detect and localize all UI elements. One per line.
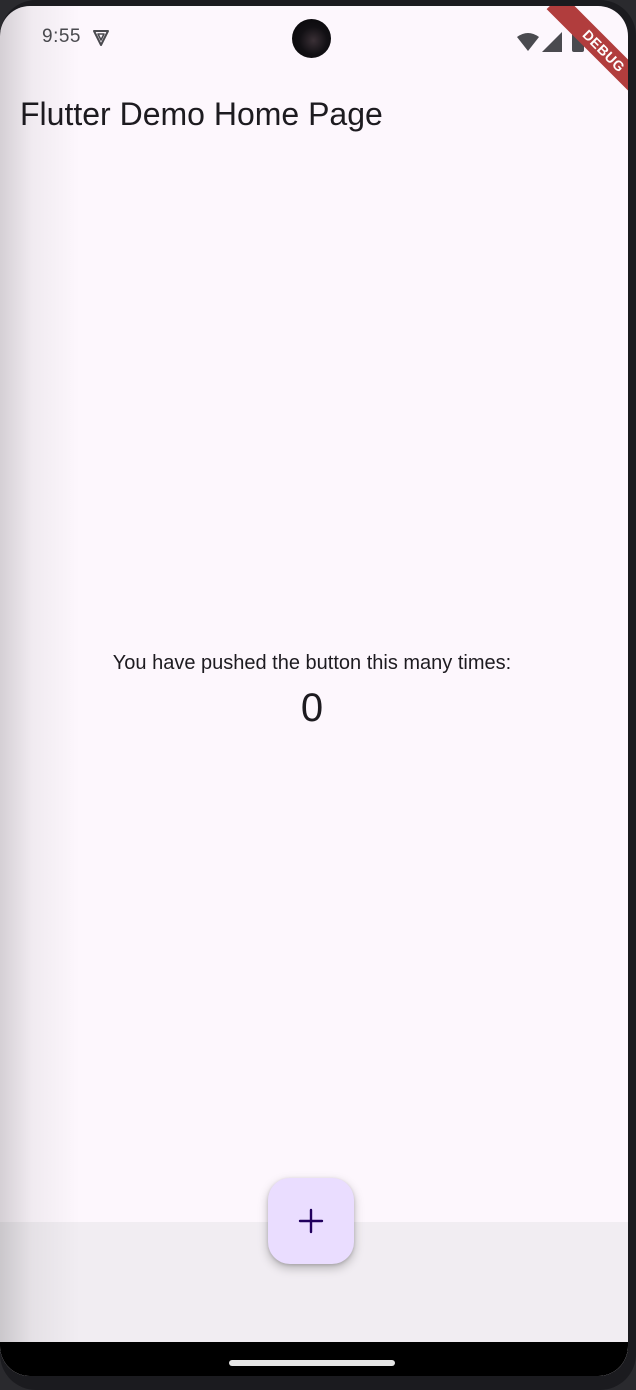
app-screen: 9:55 DEBUG Flutter Demo Home Page You ha… [0, 6, 628, 1376]
counter-message: You have pushed the button this many tim… [112, 652, 512, 674]
increment-fab-button[interactable] [268, 1178, 354, 1264]
home-gesture-handle[interactable] [229, 1360, 395, 1366]
page-title: Flutter Demo Home Page [20, 96, 383, 132]
counter-value: 0 [300, 686, 324, 730]
status-time: 9:55 [42, 26, 81, 47]
system-navigation-bar [0, 1342, 628, 1376]
device-frame: 9:55 DEBUG Flutter Demo Home Page You ha… [0, 0, 636, 1390]
vpn-icon [93, 30, 109, 46]
debug-banner: DEBUG [546, 6, 628, 106]
debug-banner-container: DEBUG [528, 6, 628, 106]
plus-icon [298, 1208, 324, 1234]
camera-cutout [292, 19, 331, 58]
